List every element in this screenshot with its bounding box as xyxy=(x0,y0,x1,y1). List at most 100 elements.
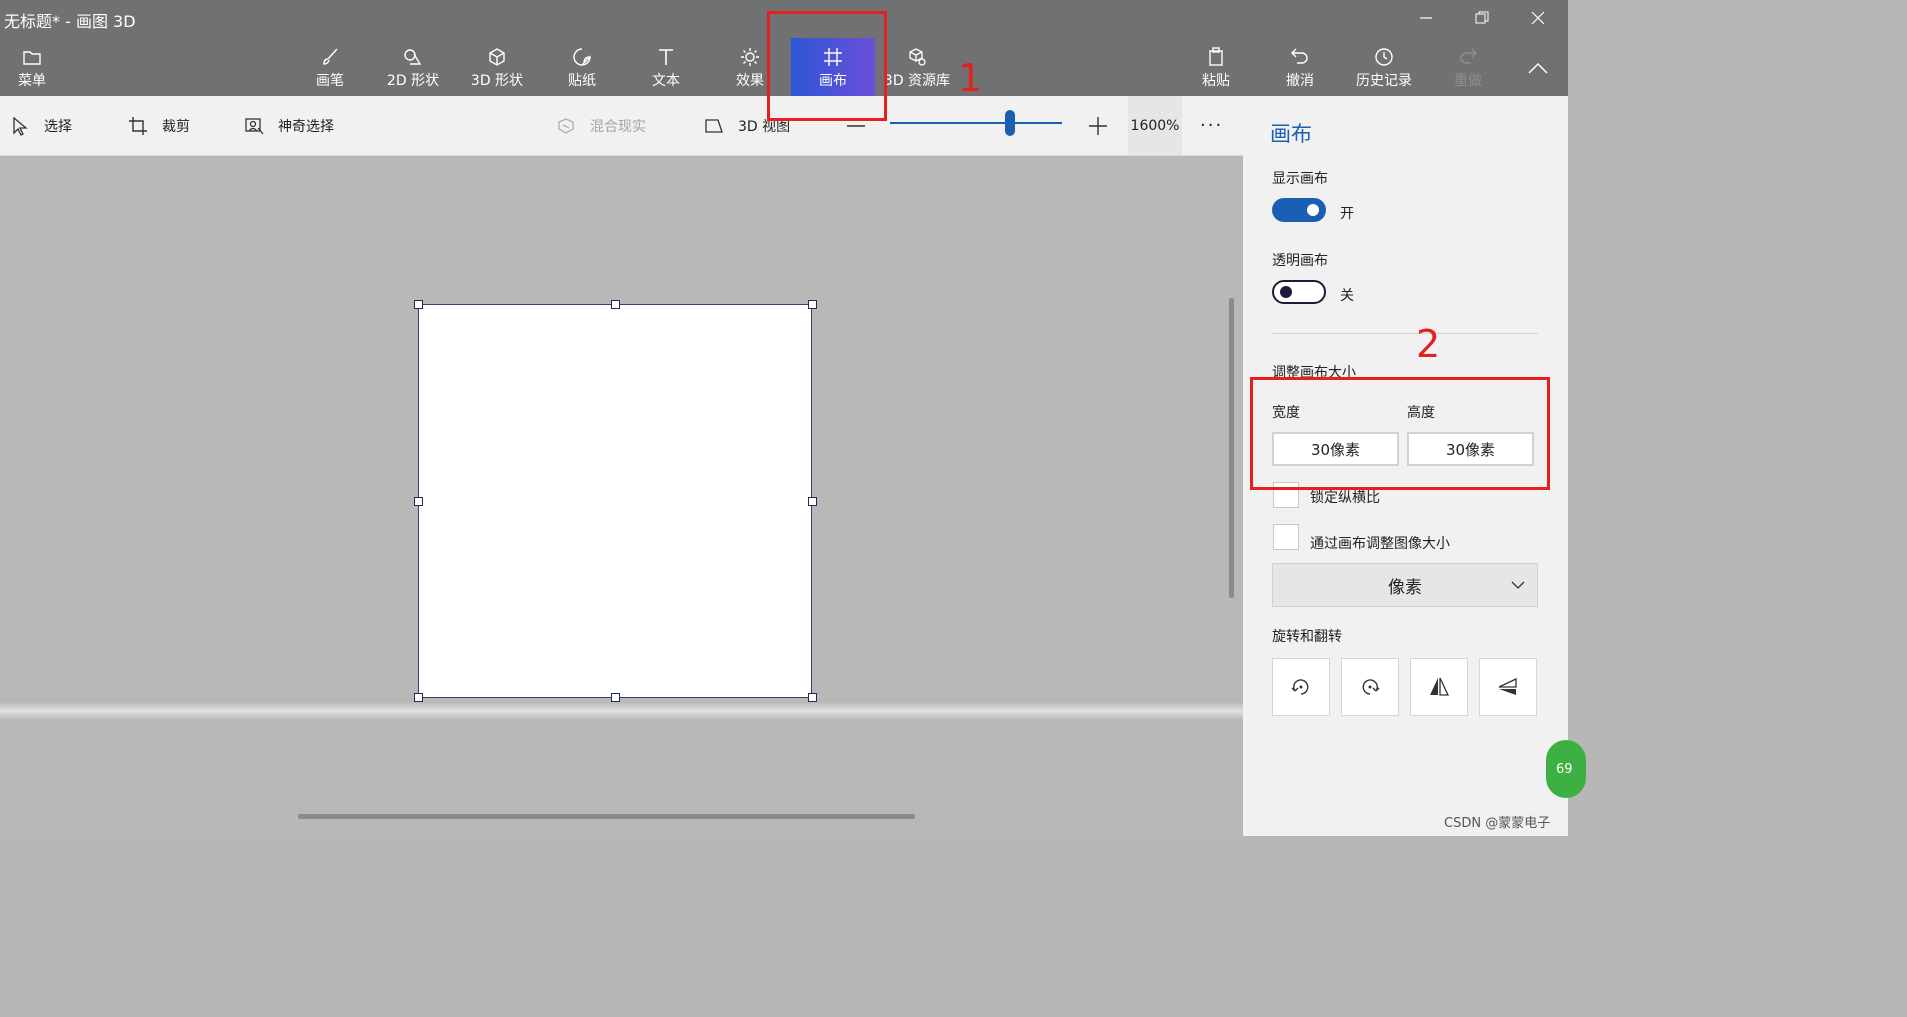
annotation-box-2 xyxy=(1250,377,1550,490)
zoom-value[interactable]: 1600% xyxy=(1128,96,1182,155)
show-canvas-state: 开 xyxy=(1340,206,1354,222)
minimize-icon xyxy=(1420,17,1432,19)
annotation-marker-2: 2 xyxy=(1416,322,1441,366)
zoom-slider-thumb[interactable] xyxy=(1005,110,1016,136)
mixed-reality-button[interactable]: 混合现实 xyxy=(556,96,646,155)
rotate-right-icon xyxy=(1362,679,1380,695)
panel-divider xyxy=(1272,333,1538,334)
plus-icon xyxy=(1089,116,1107,135)
rotate-left-icon xyxy=(1291,679,1309,695)
drawing-canvas[interactable] xyxy=(418,304,812,698)
brush-tool-button[interactable]: 画笔 xyxy=(300,38,360,96)
sticker-icon xyxy=(573,48,591,66)
workspace-floor xyxy=(0,702,1243,720)
rotate-right-button[interactable] xyxy=(1341,658,1399,716)
text-tool-button[interactable]: 文本 xyxy=(636,38,696,96)
window-title: 无标题* - 画图 3D xyxy=(4,12,136,31)
floating-badge: 69 xyxy=(1546,740,1586,798)
resize-handle-top-left[interactable] xyxy=(414,300,423,309)
shapes-2d-label: 2D 形状 xyxy=(386,73,440,89)
text-label: 文本 xyxy=(652,73,680,89)
more-options-button[interactable]: ··· xyxy=(1200,96,1223,155)
redo-label: 重做 xyxy=(1454,73,1482,89)
3d-library-icon xyxy=(909,48,926,66)
toggle-knob xyxy=(1280,286,1292,298)
resize-handle-left[interactable] xyxy=(414,497,423,506)
lock-aspect-ratio-label: 锁定纵横比 xyxy=(1310,490,1380,506)
redo-icon xyxy=(1460,48,1477,64)
minimize-button[interactable] xyxy=(1404,4,1448,32)
flip-vertical-icon xyxy=(1498,677,1517,695)
show-canvas-toggle[interactable] xyxy=(1272,198,1326,222)
collapse-ribbon-button[interactable] xyxy=(1516,54,1560,82)
zoom-slider-track[interactable] xyxy=(890,122,1062,124)
shapes-3d-label: 3D 形状 xyxy=(470,73,524,89)
sun-icon xyxy=(741,48,759,66)
text-icon xyxy=(659,49,673,65)
clipboard-icon xyxy=(1209,47,1223,66)
resize-handle-bottom-right[interactable] xyxy=(808,693,817,702)
resize-image-label: 通过画布调整图像大小 xyxy=(1310,536,1450,552)
more-options-icon: ··· xyxy=(1200,115,1224,136)
folder-icon xyxy=(23,51,41,65)
resize-handle-top-right[interactable] xyxy=(808,300,817,309)
annotation-box-1 xyxy=(767,11,887,121)
brush-label: 画笔 xyxy=(316,73,344,89)
horizontal-scrollbar[interactable] xyxy=(298,814,915,819)
3d-library-button[interactable]: 3D 资源库 xyxy=(880,38,954,96)
magic-select-icon xyxy=(245,117,264,134)
magic-select-label: 神奇选择 xyxy=(278,118,334,135)
secondary-toolbar: 选择 裁剪 神奇选择 混合现实 3D 视图 ··· xyxy=(0,96,1243,156)
stickers-button[interactable]: 贴纸 xyxy=(552,38,612,96)
rotate-left-button[interactable] xyxy=(1272,658,1330,716)
redo-button[interactable]: 重做 xyxy=(1442,38,1494,96)
resize-handle-bottom-left[interactable] xyxy=(414,693,423,702)
close-button[interactable] xyxy=(1516,4,1560,32)
rotate-flip-label: 旋转和翻转 xyxy=(1272,629,1342,645)
mixed-reality-label: 混合现实 xyxy=(590,118,646,135)
toggle-knob xyxy=(1307,204,1319,216)
transparent-canvas-toggle[interactable] xyxy=(1272,280,1326,304)
paste-button[interactable]: 粘贴 xyxy=(1190,38,1242,96)
stickers-label: 贴纸 xyxy=(568,73,596,89)
flip-horizontal-icon xyxy=(1430,677,1450,696)
zoom-in-button[interactable] xyxy=(1088,96,1122,155)
unit-dropdown[interactable]: 像素 xyxy=(1272,563,1538,607)
transparent-canvas-label: 透明画布 xyxy=(1272,253,1328,269)
menu-label: 菜单 xyxy=(18,73,46,89)
undo-button[interactable]: 撤消 xyxy=(1274,38,1326,96)
annotation-marker-1: 1 xyxy=(958,56,983,100)
close-icon xyxy=(1531,11,1545,25)
crop-icon xyxy=(129,116,147,135)
shapes-3d-button[interactable]: 3D 形状 xyxy=(464,38,530,96)
select-label: 选择 xyxy=(44,118,72,135)
flip-vertical-button[interactable] xyxy=(1479,658,1537,716)
restore-icon xyxy=(1475,11,1489,24)
resize-handle-right[interactable] xyxy=(808,497,817,506)
shapes-2d-button[interactable]: 2D 形状 xyxy=(380,38,446,96)
history-label: 历史记录 xyxy=(1356,73,1412,89)
transparent-canvas-state: 关 xyxy=(1340,288,1354,304)
resize-handle-top[interactable] xyxy=(611,300,620,309)
3d-view-icon xyxy=(705,118,723,133)
cube-icon xyxy=(489,48,505,66)
panel-title: 画布 xyxy=(1270,122,1312,146)
show-canvas-label: 显示画布 xyxy=(1272,171,1328,187)
vertical-scrollbar[interactable] xyxy=(1229,298,1234,598)
history-icon xyxy=(1375,48,1393,66)
cursor-arrow-icon xyxy=(13,116,28,136)
watermark: CSDN @蒙蒙电子 xyxy=(1444,816,1551,831)
restore-button[interactable] xyxy=(1460,4,1504,32)
menu-button[interactable]: 菜单 xyxy=(10,38,54,96)
magic-select-tool[interactable]: 神奇选择 xyxy=(244,96,334,155)
select-tool[interactable]: 选择 xyxy=(10,96,72,155)
flip-horizontal-button[interactable] xyxy=(1410,658,1468,716)
crop-tool[interactable]: 裁剪 xyxy=(128,96,190,155)
brush-icon xyxy=(323,48,338,65)
unit-selected: 像素 xyxy=(1388,577,1422,598)
resize-handle-bottom[interactable] xyxy=(611,693,620,702)
paste-label: 粘贴 xyxy=(1202,73,1230,89)
history-button[interactable]: 历史记录 xyxy=(1348,38,1420,96)
chevron-down-icon xyxy=(1511,581,1525,589)
resize-image-checkbox[interactable] xyxy=(1273,524,1299,550)
